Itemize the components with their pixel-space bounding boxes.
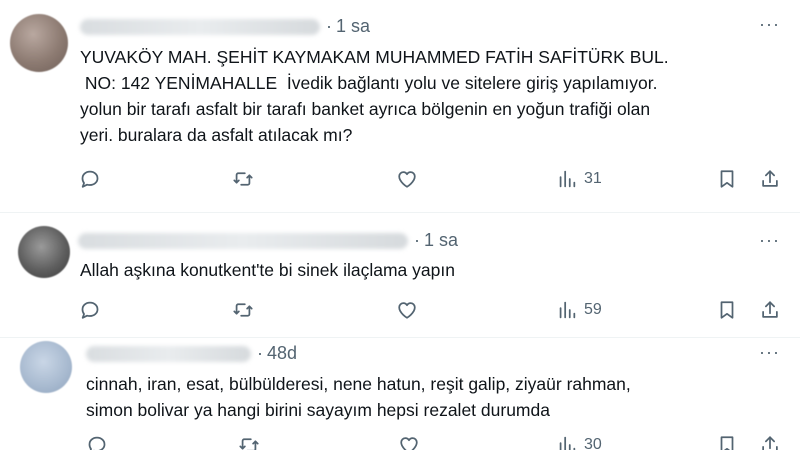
like-button[interactable] (396, 168, 418, 190)
tweet[interactable]: · 48d ··· cinnah, iran, esat, bülbüldere… (0, 338, 800, 450)
like-button[interactable] (398, 434, 420, 450)
views-icon (559, 301, 576, 319)
share-button[interactable] (759, 299, 781, 321)
tweet-header: · 1 sa (78, 230, 458, 251)
views-count: 30 (584, 436, 602, 450)
tweet-header: · 1 sa (80, 16, 370, 37)
reply-icon (81, 170, 99, 188)
author-name-blurred[interactable] (86, 345, 251, 362)
tweet[interactable]: · 1 sa ··· YUVAKÖY MAH. ŞEHİT KAYMAKAM M… (0, 0, 800, 213)
separator-dot: · (326, 16, 332, 36)
tweet-actions: 30 (0, 434, 800, 450)
views-count: 31 (584, 170, 602, 187)
tweet-header: · 48d (86, 343, 297, 364)
avatar[interactable] (20, 341, 72, 393)
reply-icon (88, 436, 106, 450)
bookmark-icon (720, 301, 734, 319)
repost-icon (233, 303, 253, 317)
like-icon (398, 171, 416, 188)
tweet-text: YUVAKÖY MAH. ŞEHİT KAYMAKAM MUHAMMED FAT… (80, 47, 669, 145)
tweet-time[interactable]: 48d (267, 343, 297, 364)
author-name-blurred[interactable] (78, 232, 408, 249)
views-button[interactable]: 31 (556, 168, 602, 190)
like-icon (400, 437, 418, 450)
like-button[interactable] (396, 299, 418, 321)
share-icon (762, 170, 778, 187)
views-button[interactable]: 59 (556, 299, 602, 321)
tweet[interactable]: · 1 sa ··· Allah aşkına konutkent'te bi … (0, 214, 800, 338)
bookmark-button[interactable] (716, 299, 738, 321)
reply-button[interactable] (79, 299, 101, 321)
reply-button[interactable] (86, 434, 108, 450)
tweet-actions: 59 (0, 299, 800, 329)
repost-button[interactable] (232, 299, 254, 321)
bookmark-icon (720, 436, 734, 450)
share-button[interactable] (759, 434, 781, 450)
reply-button[interactable] (79, 168, 101, 190)
tweet-time[interactable]: 1 sa (424, 230, 458, 251)
tweet-time[interactable]: 1 sa (336, 16, 370, 37)
repost-button[interactable] (232, 168, 254, 190)
more-icon[interactable]: ··· (759, 342, 780, 363)
separator-dot: · (257, 343, 263, 363)
avatar[interactable] (18, 226, 70, 278)
author-name-blurred[interactable] (80, 18, 320, 35)
tweet-text: Allah aşkına konutkent'te bi sinek ilaçl… (80, 260, 455, 280)
tweet-text: cinnah, iran, esat, bülbülderesi, nene h… (86, 374, 631, 420)
views-icon (559, 436, 576, 450)
bookmark-button[interactable] (716, 434, 738, 450)
views-button[interactable]: 30 (556, 434, 602, 450)
bookmark-icon (720, 170, 734, 188)
more-icon[interactable]: ··· (759, 230, 780, 251)
avatar[interactable] (10, 14, 68, 72)
more-icon[interactable]: ··· (759, 14, 780, 35)
views-icon (559, 170, 576, 188)
repost-icon (239, 438, 259, 450)
repost-button[interactable] (238, 434, 260, 450)
reply-feed: · 1 sa ··· YUVAKÖY MAH. ŞEHİT KAYMAKAM M… (0, 0, 800, 450)
share-icon (762, 301, 778, 318)
views-count: 59 (584, 301, 602, 318)
share-icon (762, 436, 778, 450)
bookmark-button[interactable] (716, 168, 738, 190)
separator-dot: · (414, 230, 420, 250)
repost-icon (233, 172, 253, 186)
tweet-actions: 31 (0, 168, 800, 198)
like-icon (398, 302, 416, 319)
reply-icon (81, 301, 99, 319)
share-button[interactable] (759, 168, 781, 190)
